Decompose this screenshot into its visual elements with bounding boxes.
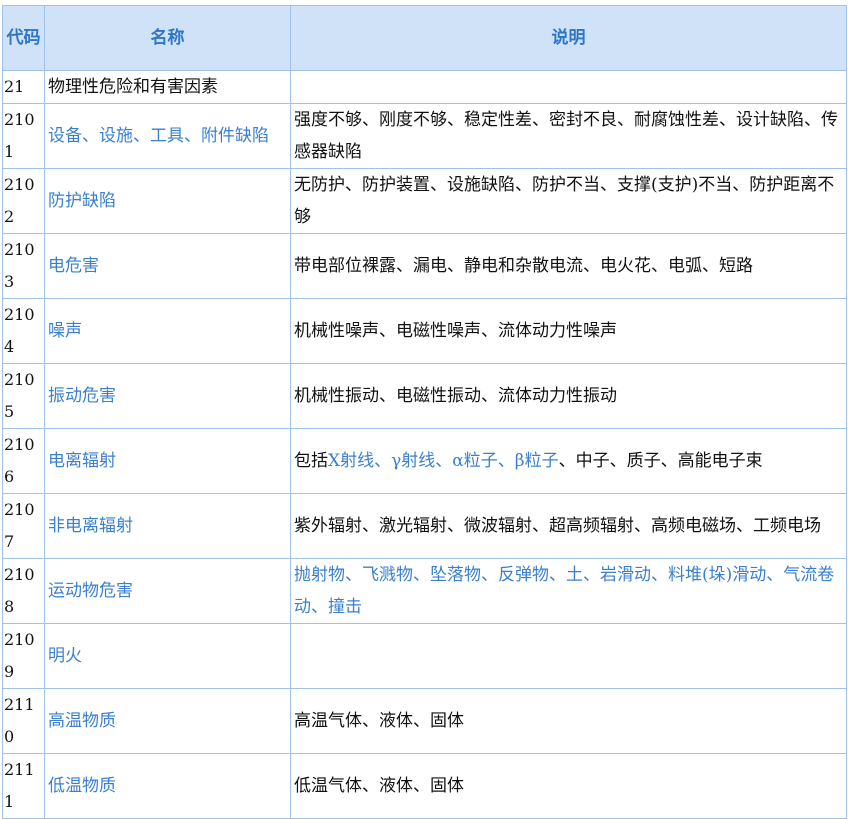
row-code: 2105 <box>2 363 45 429</box>
row-code: 2111 <box>2 753 45 819</box>
row-code: 2108 <box>2 558 45 624</box>
row-code: 2104 <box>2 298 45 364</box>
table-row: 2107 非电离辐射 紫外辐射、激光辐射、微波辐射、超高频辐射、高频电磁场、工频… <box>2 493 847 559</box>
row-code: 2109 <box>2 623 45 689</box>
row-desc: 带电部位裸露、漏电、静电和杂散电流、电火花、电弧、短路 <box>290 233 847 299</box>
row-name: 非电离辐射 <box>44 493 291 559</box>
row-name: 运动物危害 <box>44 558 291 624</box>
table-row: 2101 设备、设施、工具、附件缺陷 强度不够、刚度不够、稳定性差、密封不良、耐… <box>2 103 847 169</box>
row-name: 低温物质 <box>44 753 291 819</box>
row-name: 设备、设施、工具、附件缺陷 <box>44 103 291 169</box>
desc-suffix: 、中子、质子、高能电子束 <box>558 451 763 471</box>
row-code: 2102 <box>2 168 45 234</box>
row-name: 防护缺陷 <box>44 168 291 234</box>
table-row: 2110 高温物质 高温气体、液体、固体 <box>2 688 847 754</box>
row-desc: 抛射物、飞溅物、坠落物、反弹物、土、岩滑动、料堆(垛)滑动、气流卷动、撞击 <box>290 558 847 624</box>
row-desc: 机械性噪声、电磁性噪声、流体动力性噪声 <box>290 298 847 364</box>
desc-prefix: 包括 <box>294 451 328 471</box>
row-desc: 强度不够、刚度不够、稳定性差、密封不良、耐腐蚀性差、设计缺陷、传感器缺陷 <box>290 103 847 169</box>
desc-highlight: X射线、γ射线、α粒子、β粒子 <box>328 451 559 471</box>
table-row: 2109 明火 <box>2 623 847 689</box>
table-row: 21 物理性危险和有害因素 <box>2 70 847 104</box>
row-desc <box>290 623 847 689</box>
row-desc <box>290 70 847 104</box>
row-desc: 无防护、防护装置、设施缺陷、防护不当、支撑(支护)不当、防护距离不够 <box>290 168 847 234</box>
row-name: 噪声 <box>44 298 291 364</box>
row-code: 21 <box>2 70 45 104</box>
row-name: 明火 <box>44 623 291 689</box>
row-code: 2101 <box>2 103 45 169</box>
header-desc: 说明 <box>290 5 847 71</box>
table-row: 2105 振动危害 机械性振动、电磁性振动、流体动力性振动 <box>2 363 847 429</box>
hazard-factor-table: 代码 名称 说明 21 物理性危险和有害因素 2101 设备、设施、工具、附件缺… <box>2 5 847 819</box>
header-name: 名称 <box>44 5 291 71</box>
row-code: 2107 <box>2 493 45 559</box>
row-name: 物理性危险和有害因素 <box>44 70 291 104</box>
table-row: 2104 噪声 机械性噪声、电磁性噪声、流体动力性噪声 <box>2 298 847 364</box>
row-desc: 低温气体、液体、固体 <box>290 753 847 819</box>
row-code: 2110 <box>2 688 45 754</box>
row-desc: 高温气体、液体、固体 <box>290 688 847 754</box>
table-row: 2108 运动物危害 抛射物、飞溅物、坠落物、反弹物、土、岩滑动、料堆(垛)滑动… <box>2 558 847 624</box>
table-row: 2102 防护缺陷 无防护、防护装置、设施缺陷、防护不当、支撑(支护)不当、防护… <box>2 168 847 234</box>
row-desc: 包括X射线、γ射线、α粒子、β粒子、中子、质子、高能电子束 <box>290 428 847 494</box>
table-row: 2106 电离辐射 包括X射线、γ射线、α粒子、β粒子、中子、质子、高能电子束 <box>2 428 847 494</box>
row-name: 高温物质 <box>44 688 291 754</box>
row-name: 振动危害 <box>44 363 291 429</box>
table-row: 2111 低温物质 低温气体、液体、固体 <box>2 753 847 819</box>
row-code: 2106 <box>2 428 45 494</box>
table-header-row: 代码 名称 说明 <box>2 5 847 71</box>
row-name: 电离辐射 <box>44 428 291 494</box>
row-name: 电危害 <box>44 233 291 299</box>
row-desc: 紫外辐射、激光辐射、微波辐射、超高频辐射、高频电磁场、工频电场 <box>290 493 847 559</box>
row-code: 2103 <box>2 233 45 299</box>
row-desc: 机械性振动、电磁性振动、流体动力性振动 <box>290 363 847 429</box>
header-code: 代码 <box>2 5 45 71</box>
table-row: 2103 电危害 带电部位裸露、漏电、静电和杂散电流、电火花、电弧、短路 <box>2 233 847 299</box>
